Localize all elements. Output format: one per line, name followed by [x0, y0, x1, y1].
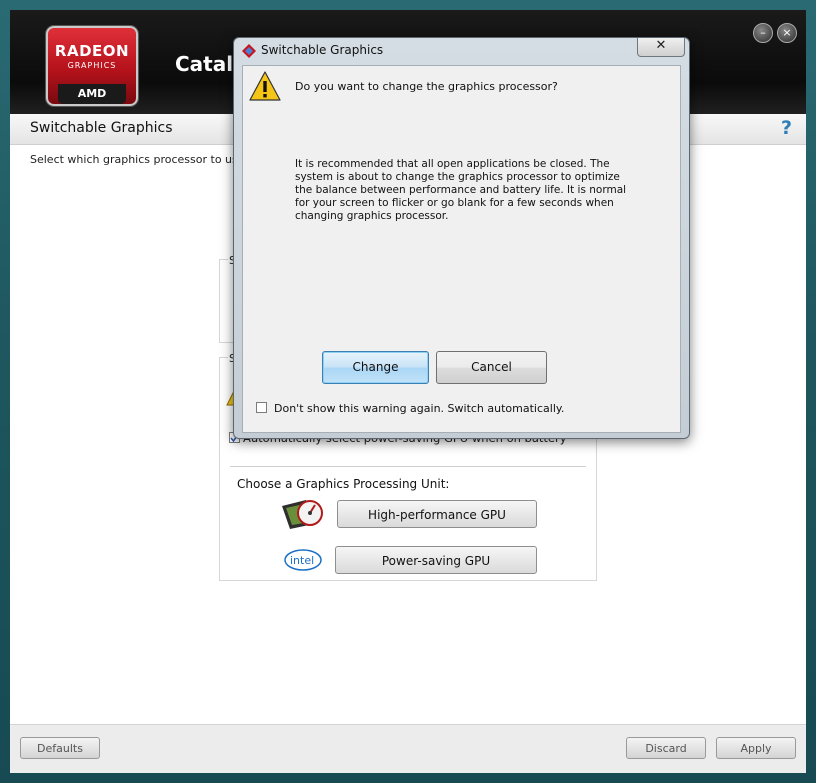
help-icon[interactable]: ? — [781, 117, 792, 139]
high-performance-gpu-button[interactable]: High-performance GPU — [337, 500, 537, 528]
minimize-button[interactable]: – — [753, 23, 773, 43]
logo-line1: RADEON — [54, 42, 130, 60]
dialog-question: Do you want to change the graphics proce… — [295, 80, 558, 93]
intel-logo-text: intel — [290, 554, 314, 567]
warning-icon — [249, 71, 281, 101]
dont-show-checkbox[interactable] — [256, 402, 267, 413]
page-title: Switchable Graphics — [30, 120, 173, 136]
defaults-button[interactable]: Defaults — [20, 737, 100, 759]
group-separator — [230, 466, 586, 467]
close-button[interactable]: × — [777, 23, 797, 43]
footer-bar: Defaults Discard Apply — [10, 724, 806, 773]
apply-button[interactable]: Apply — [716, 737, 796, 759]
dialog-close-button[interactable]: ✕ — [637, 38, 685, 57]
dialog-app-icon — [242, 44, 256, 58]
page-description: Select which graphics processor to use i… — [30, 153, 259, 166]
dialog-message: It is recommended that all open applicat… — [295, 158, 627, 222]
dont-show-label: Don't show this warning again. Switch au… — [274, 402, 565, 415]
discard-button[interactable]: Discard — [626, 737, 706, 759]
amd-gpu-icon — [282, 500, 323, 529]
dialog-title: Switchable Graphics — [261, 43, 384, 57]
intel-logo-icon: intel — [284, 549, 322, 571]
logo-line2: GRAPHICS — [67, 61, 117, 70]
confirm-dialog: Switchable Graphics ✕ Do you want to cha… — [233, 37, 690, 439]
power-saving-gpu-button[interactable]: Power-saving GPU — [335, 546, 537, 574]
logo-line3: AMD — [58, 84, 126, 104]
dialog-body: Do you want to change the graphics proce… — [242, 65, 681, 433]
choose-gpu-label: Choose a Graphics Processing Unit: — [237, 477, 450, 491]
radeon-logo: RADEON GRAPHICS AMD — [46, 26, 138, 106]
cancel-button[interactable]: Cancel — [436, 351, 547, 384]
change-button[interactable]: Change — [322, 351, 429, 384]
